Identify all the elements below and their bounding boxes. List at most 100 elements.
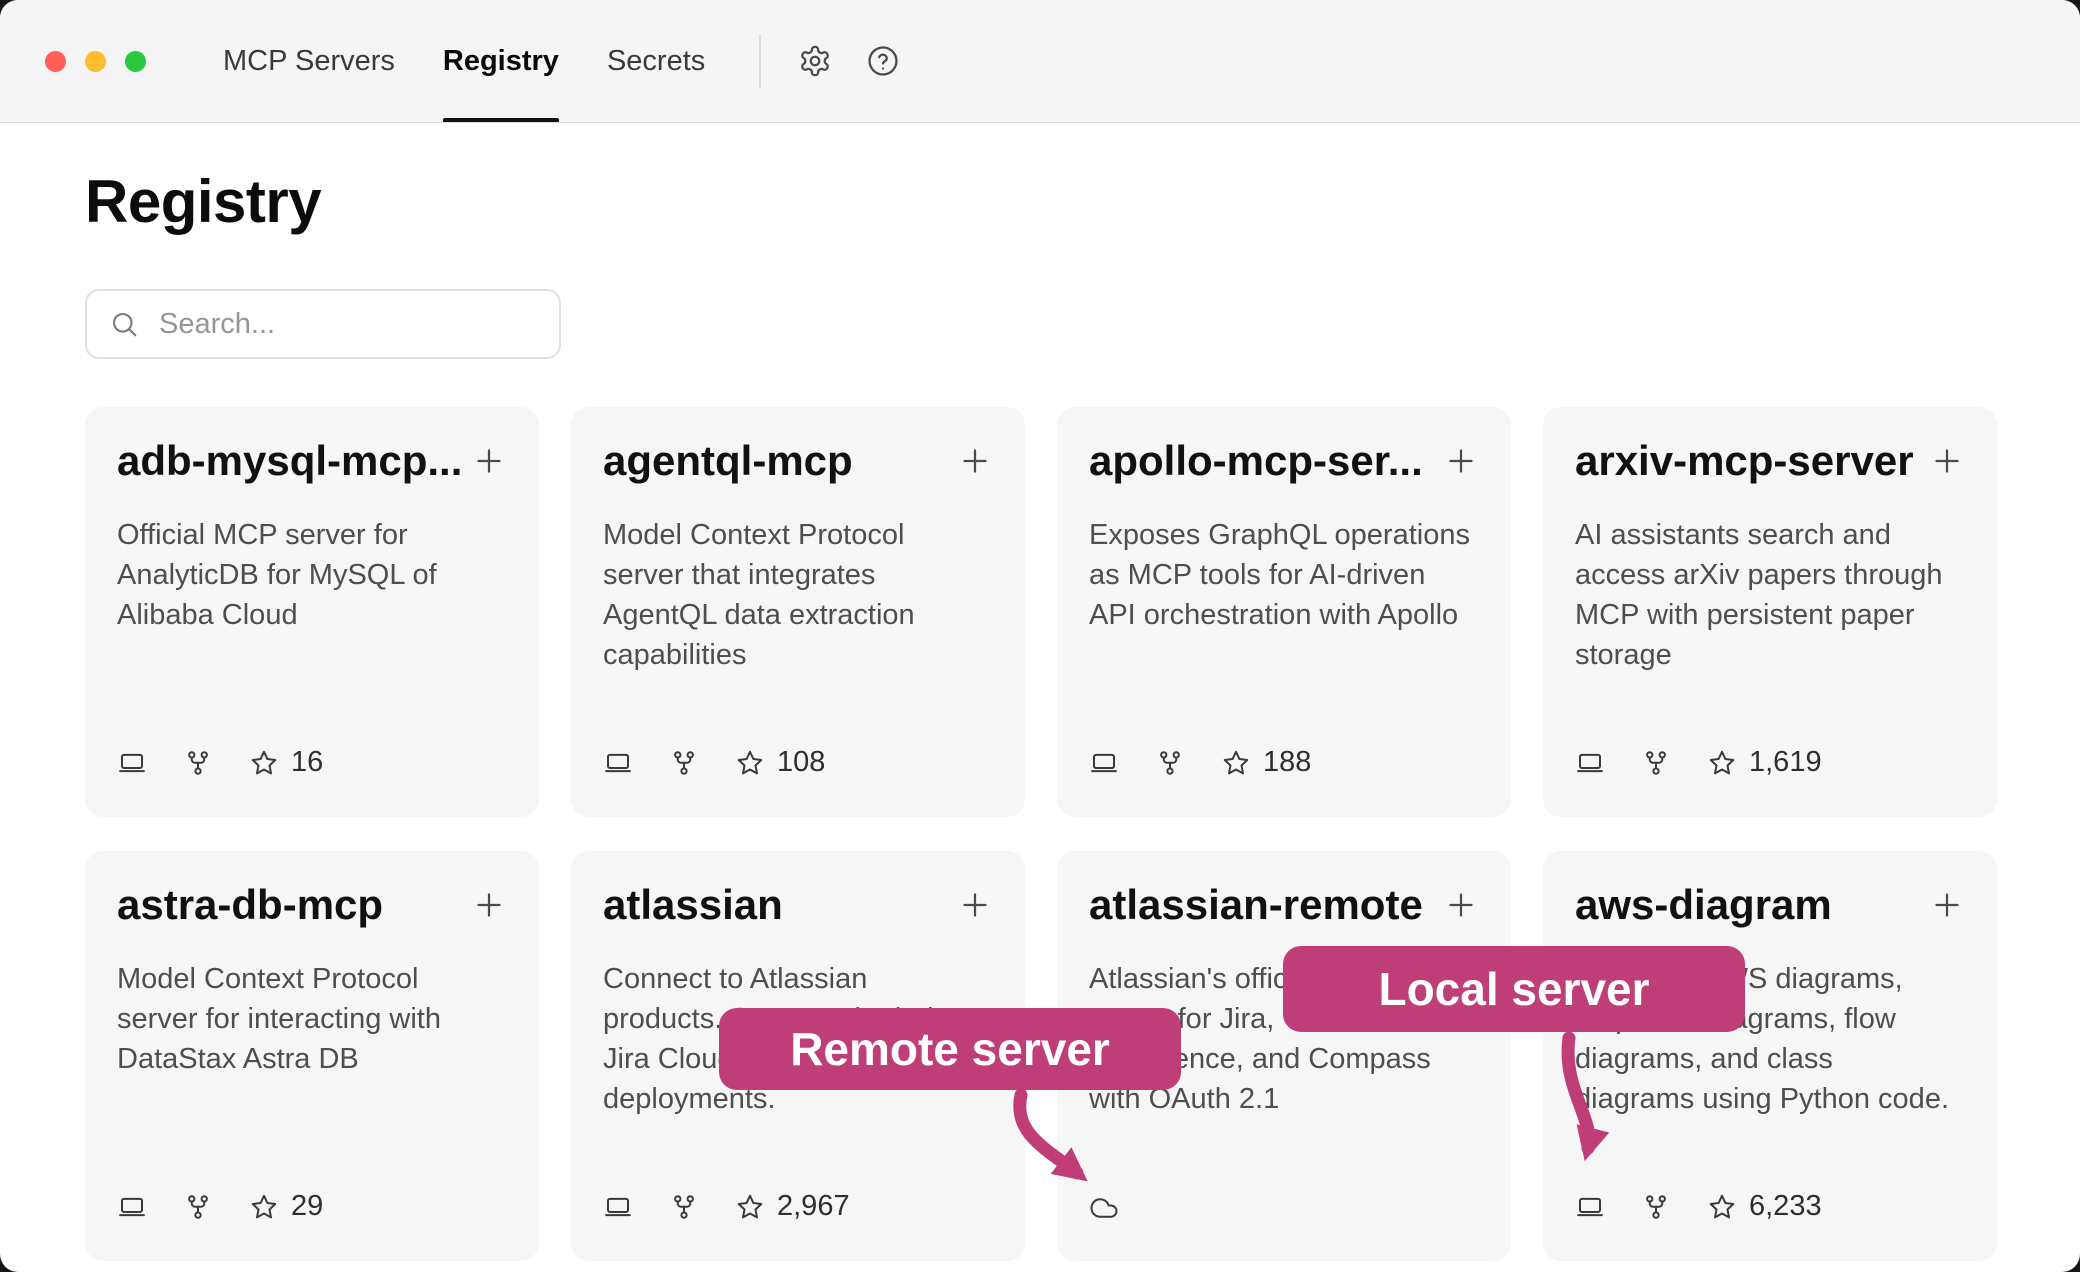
- card-footer: 2,967: [603, 1190, 993, 1223]
- star-icon: [1221, 748, 1251, 778]
- star-count: 6,233: [1749, 1190, 1822, 1223]
- plus-icon: [471, 887, 507, 923]
- star-group: 108: [735, 746, 825, 779]
- star-group: 29: [249, 1190, 323, 1223]
- star-group: 188: [1221, 746, 1311, 779]
- plus-icon: [471, 443, 507, 479]
- card-footer: 108: [603, 746, 993, 779]
- app-window: MCP Servers Registry Secrets Registry ad…: [0, 0, 2080, 1272]
- minimize-window-button[interactable]: [85, 51, 106, 72]
- laptop-icon: [1575, 748, 1605, 778]
- star-icon: [1707, 748, 1737, 778]
- plus-icon: [1929, 443, 1965, 479]
- star-icon: [249, 748, 279, 778]
- card-footer: 16: [117, 746, 507, 779]
- server-card-adb-mysql-mcp[interactable]: adb-mysql-mcp... Official MCP server for…: [85, 407, 539, 817]
- star-group: 6,233: [1707, 1190, 1822, 1223]
- plus-icon: [1443, 887, 1479, 923]
- star-icon: [735, 748, 765, 778]
- close-window-button[interactable]: [45, 51, 66, 72]
- remote-server-callout: Remote server: [719, 1008, 1181, 1090]
- laptop-icon: [117, 748, 147, 778]
- star-count: 108: [777, 746, 825, 779]
- card-title: atlassian: [603, 881, 783, 929]
- add-server-button[interactable]: [1929, 887, 1965, 923]
- star-count: 1,619: [1749, 746, 1822, 779]
- card-description: AI assistants search and access arXiv pa…: [1575, 515, 1959, 675]
- star-group: 16: [249, 746, 323, 779]
- card-title: aws-diagram: [1575, 881, 1832, 929]
- traffic-lights: [45, 0, 146, 122]
- github-fork-icon: [183, 1192, 213, 1222]
- toolbar-actions: [797, 0, 901, 122]
- server-card-astra-db-mcp[interactable]: astra-db-mcp Model Context Protocol serv…: [85, 851, 539, 1261]
- tab-mcp-servers[interactable]: MCP Servers: [223, 0, 395, 122]
- add-server-button[interactable]: [1443, 443, 1479, 479]
- laptop-icon: [1575, 1192, 1605, 1222]
- card-footer: 1,619: [1575, 746, 1965, 779]
- card-title: agentql-mcp: [603, 437, 853, 485]
- add-server-button[interactable]: [957, 443, 993, 479]
- card-footer: 188: [1089, 746, 1479, 779]
- plus-icon: [1443, 443, 1479, 479]
- local-server-callout: Local server: [1283, 946, 1745, 1032]
- server-card-apollo-mcp-server[interactable]: apollo-mcp-ser... Exposes GraphQL operat…: [1057, 407, 1511, 817]
- toolbar-tabs: MCP Servers Registry Secrets: [223, 0, 705, 122]
- cloud-icon: [1089, 1193, 1119, 1223]
- laptop-icon: [603, 748, 633, 778]
- search-input[interactable]: [157, 307, 537, 342]
- card-description: Model Context Protocol server that integ…: [603, 515, 987, 675]
- card-description: Model Context Protocol server for intera…: [117, 959, 501, 1079]
- add-server-button[interactable]: [471, 887, 507, 923]
- card-title: apollo-mcp-ser...: [1089, 437, 1423, 485]
- github-fork-icon: [183, 748, 213, 778]
- star-count: 2,967: [777, 1190, 850, 1223]
- card-title: astra-db-mcp: [117, 881, 383, 929]
- add-server-button[interactable]: [471, 443, 507, 479]
- local-server-arrow: [1540, 1028, 1650, 1168]
- laptop-icon: [1089, 748, 1119, 778]
- star-count: 29: [291, 1190, 323, 1223]
- search-box[interactable]: [85, 289, 561, 359]
- star-icon: [249, 1192, 279, 1222]
- laptop-icon: [117, 1192, 147, 1222]
- titlebar: MCP Servers Registry Secrets: [0, 0, 2080, 123]
- plus-icon: [957, 443, 993, 479]
- star-count: 16: [291, 746, 323, 779]
- gear-icon: [798, 44, 832, 78]
- zoom-window-button[interactable]: [125, 51, 146, 72]
- card-title: atlassian-remote: [1089, 881, 1423, 929]
- card-title: arxiv-mcp-server: [1575, 437, 1914, 485]
- settings-button[interactable]: [797, 43, 833, 79]
- card-description: Official MCP server for AnalyticDB for M…: [117, 515, 501, 635]
- github-fork-icon: [669, 1192, 699, 1222]
- server-card-agentql-mcp[interactable]: agentql-mcp Model Context Protocol serve…: [571, 407, 1025, 817]
- plus-icon: [1929, 887, 1965, 923]
- star-icon: [1707, 1192, 1737, 1222]
- help-button[interactable]: [865, 43, 901, 79]
- card-footer: [1089, 1193, 1479, 1223]
- github-fork-icon: [669, 748, 699, 778]
- card-title: adb-mysql-mcp...: [117, 437, 461, 485]
- star-group: 2,967: [735, 1190, 850, 1223]
- remote-server-arrow: [985, 1083, 1125, 1193]
- add-server-button[interactable]: [1443, 887, 1479, 923]
- search-icon: [109, 309, 139, 339]
- toolbar-divider: [759, 35, 761, 88]
- github-fork-icon: [1641, 1192, 1671, 1222]
- card-footer: 6,233: [1575, 1190, 1965, 1223]
- add-server-button[interactable]: [957, 887, 993, 923]
- tab-registry[interactable]: Registry: [443, 0, 559, 122]
- star-group: 1,619: [1707, 746, 1822, 779]
- laptop-icon: [603, 1192, 633, 1222]
- github-fork-icon: [1155, 748, 1185, 778]
- add-server-button[interactable]: [1929, 443, 1965, 479]
- star-icon: [735, 1192, 765, 1222]
- card-description: Exposes GraphQL operations as MCP tools …: [1089, 515, 1473, 635]
- page-title: Registry: [85, 167, 1995, 236]
- server-card-arxiv-mcp-server[interactable]: arxiv-mcp-server AI assistants search an…: [1543, 407, 1997, 817]
- help-icon: [866, 44, 900, 78]
- github-fork-icon: [1641, 748, 1671, 778]
- tab-secrets[interactable]: Secrets: [607, 0, 705, 122]
- star-count: 188: [1263, 746, 1311, 779]
